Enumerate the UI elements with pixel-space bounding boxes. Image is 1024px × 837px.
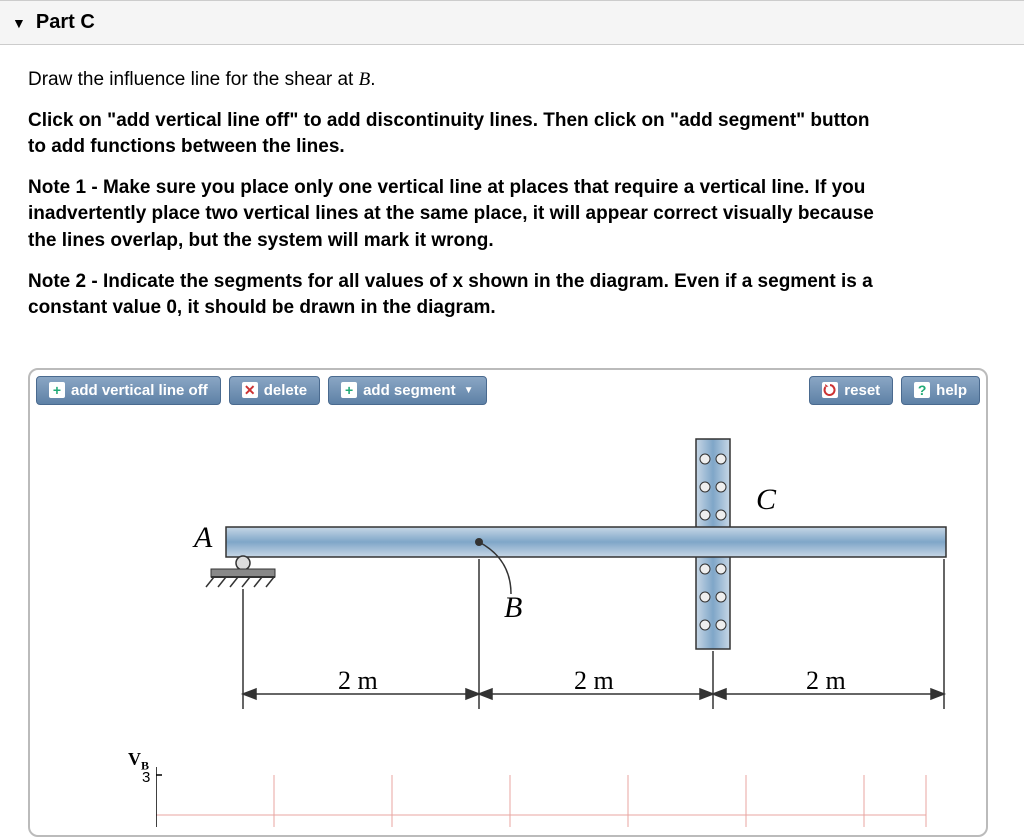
collapse-triangle-icon: ▼ bbox=[12, 15, 26, 31]
prompt-line: Draw the influence line for the shear at… bbox=[28, 67, 892, 94]
dim-2: 2 m bbox=[574, 666, 614, 695]
chevron-down-icon: ▼ bbox=[464, 385, 474, 396]
label-C: C bbox=[756, 483, 777, 516]
help-button[interactable]: ? help bbox=[901, 376, 980, 405]
dim-1: 2 m bbox=[338, 666, 378, 695]
reset-icon bbox=[822, 382, 838, 398]
question-content: Draw the influence line for the shear at… bbox=[0, 45, 920, 358]
add-segment-button[interactable]: + add segment ▼ bbox=[328, 376, 486, 405]
dim-3: 2 m bbox=[806, 666, 846, 695]
label-A: A bbox=[192, 521, 213, 554]
plus-icon: + bbox=[341, 382, 357, 398]
part-title: Part C bbox=[36, 11, 95, 34]
part-header[interactable]: ▼ Part C bbox=[0, 0, 1024, 45]
drawing-applet: + add vertical line off ✕ delete + add s… bbox=[28, 368, 988, 837]
y-tick-3: 3 bbox=[142, 769, 150, 786]
toolbar: + add vertical line off ✕ delete + add s… bbox=[36, 376, 980, 405]
influence-graph[interactable]: VB 3 bbox=[156, 757, 946, 827]
instruction-note1: Note 1 - Make sure you place only one ve… bbox=[28, 175, 892, 255]
label-B: B bbox=[504, 591, 522, 624]
question-icon: ? bbox=[914, 382, 930, 398]
canvas-area[interactable]: A B C 2 m 2 m 2 m bbox=[36, 409, 980, 829]
x-icon: ✕ bbox=[242, 382, 258, 398]
plus-icon: + bbox=[49, 382, 65, 398]
instruction-note2: Note 2 - Indicate the segments for all v… bbox=[28, 269, 892, 322]
delete-button[interactable]: ✕ delete bbox=[229, 376, 320, 405]
instruction-main: Click on "add vertical line off" to add … bbox=[28, 108, 892, 161]
reset-button[interactable]: reset bbox=[809, 376, 893, 405]
beam-diagram: A B C 2 m 2 m 2 m bbox=[116, 419, 966, 759]
add-vertical-line-button[interactable]: + add vertical line off bbox=[36, 376, 221, 405]
